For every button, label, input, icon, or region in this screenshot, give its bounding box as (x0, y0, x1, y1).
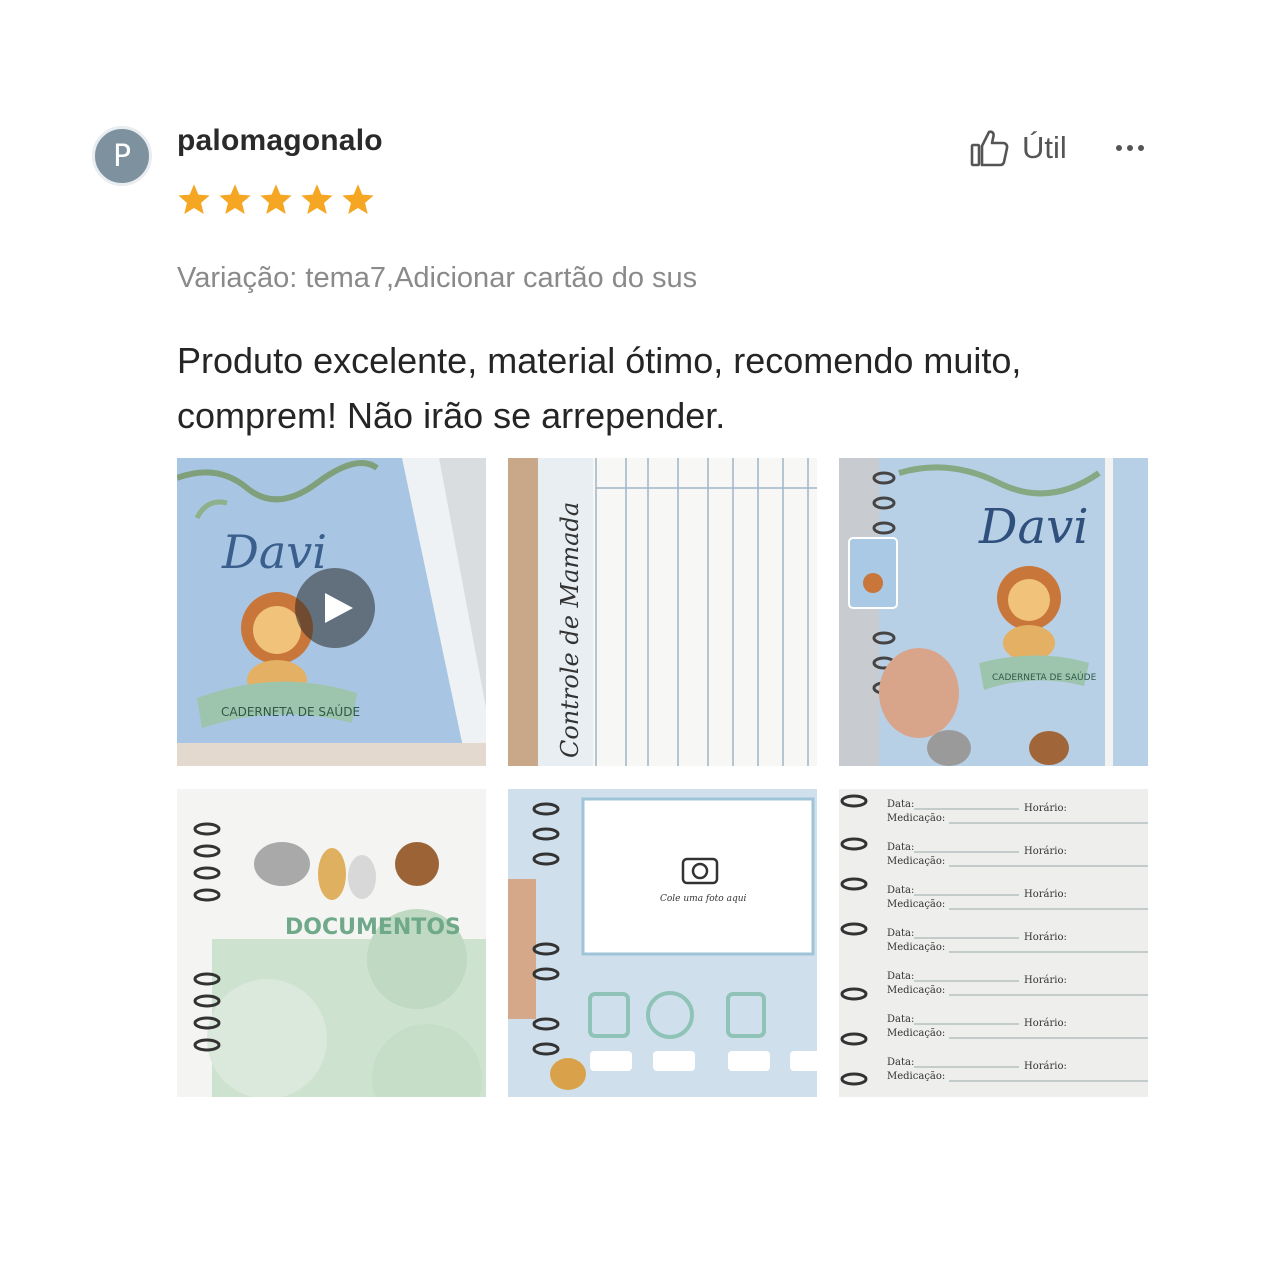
photo-frame-page: Cole uma foto aqui (508, 789, 817, 1097)
feeding-heading-text: Controle de Mamada (556, 502, 584, 758)
time-label: Horário: (1024, 932, 1067, 943)
more-options-icon[interactable] (1110, 128, 1150, 168)
cover-name-text: Davi (221, 525, 327, 579)
time-label: Horário: (1024, 1061, 1067, 1072)
star-icon (342, 184, 374, 214)
medication-label: Medicação: (887, 813, 945, 824)
cover-banner-text: CADERNETA DE SAÚDE (221, 704, 360, 719)
cover-name-text: Davi (978, 499, 1089, 555)
avatar-letter: P (112, 138, 132, 174)
media-thumbnail[interactable]: DOCUMENTOS (177, 789, 486, 1097)
star-icon (260, 184, 292, 214)
medication-label: Medicação: (887, 942, 945, 953)
media-thumbnail[interactable]: Controle de Mamada (508, 458, 817, 766)
media-thumbnail[interactable]: Cole uma foto aqui (508, 789, 817, 1097)
avatar[interactable]: P (92, 126, 152, 186)
thumbs-up-icon (970, 130, 1009, 167)
time-label: Horário: (1024, 889, 1067, 900)
date-label: Data: (887, 971, 914, 982)
time-label: Horário: (1024, 846, 1067, 857)
review-comment: Produto excelente, material ótimo, recom… (177, 340, 1022, 436)
documents-heading-text: DOCUMENTOS (285, 915, 461, 940)
variation-text: Variação: tema7,Adicionar cartão do sus (177, 262, 698, 294)
medication-label: Medicação: (887, 856, 945, 867)
date-label: Data: (887, 928, 914, 939)
cover-banner-text: CADERNETA DE SAÚDE (992, 671, 1097, 683)
photo-feeding-log: Controle de Mamada (508, 458, 817, 766)
date-label: Data: (887, 842, 914, 853)
medication-label: Medicação: (887, 1071, 945, 1082)
date-label: Data: (887, 1057, 914, 1068)
photo-cover-davi: Davi CADERNETA DE SAÚDE (839, 458, 1148, 766)
play-icon (325, 593, 353, 623)
time-label: Horário: (1024, 803, 1067, 814)
photo-caption-text: Cole uma foto aqui (660, 894, 746, 904)
play-button[interactable] (295, 568, 375, 648)
reviewer-name[interactable]: palomagonalo (177, 124, 383, 158)
photo-medication-log: Data: Medicação: Horário: Data: Medicação: Ho… (839, 789, 1148, 1097)
medication-label: Medicação: (887, 985, 945, 996)
time-label: Horário: (1024, 975, 1067, 986)
photo-documents-page: DOCUMENTOS (177, 789, 486, 1097)
star-icon (301, 184, 333, 214)
star-icon (178, 184, 210, 214)
medication-label: Medicação: (887, 899, 945, 910)
media-thumbnail[interactable]: Davi CADERNETA DE SAÚDE (839, 458, 1148, 766)
date-label: Data: (887, 1014, 914, 1025)
review-card: P palomagonalo Útil Variação: tema7,Adic… (0, 0, 1278, 1278)
media-thumbnail[interactable]: Data: Medicação: Horário: Data: Medicação: Ho… (839, 789, 1148, 1097)
date-label: Data: (887, 885, 914, 896)
time-label: Horário: (1024, 1018, 1067, 1029)
star-icon (219, 184, 251, 214)
date-label: Data: (887, 799, 914, 810)
media-thumbnail-video[interactable]: Davi CADERNETA DE SAÚDE (177, 458, 486, 766)
medication-label: Medicação: (887, 1028, 945, 1039)
helpful-label: Útil (1022, 130, 1067, 165)
star-rating (176, 182, 376, 218)
helpful-button[interactable]: Útil (968, 126, 1067, 170)
